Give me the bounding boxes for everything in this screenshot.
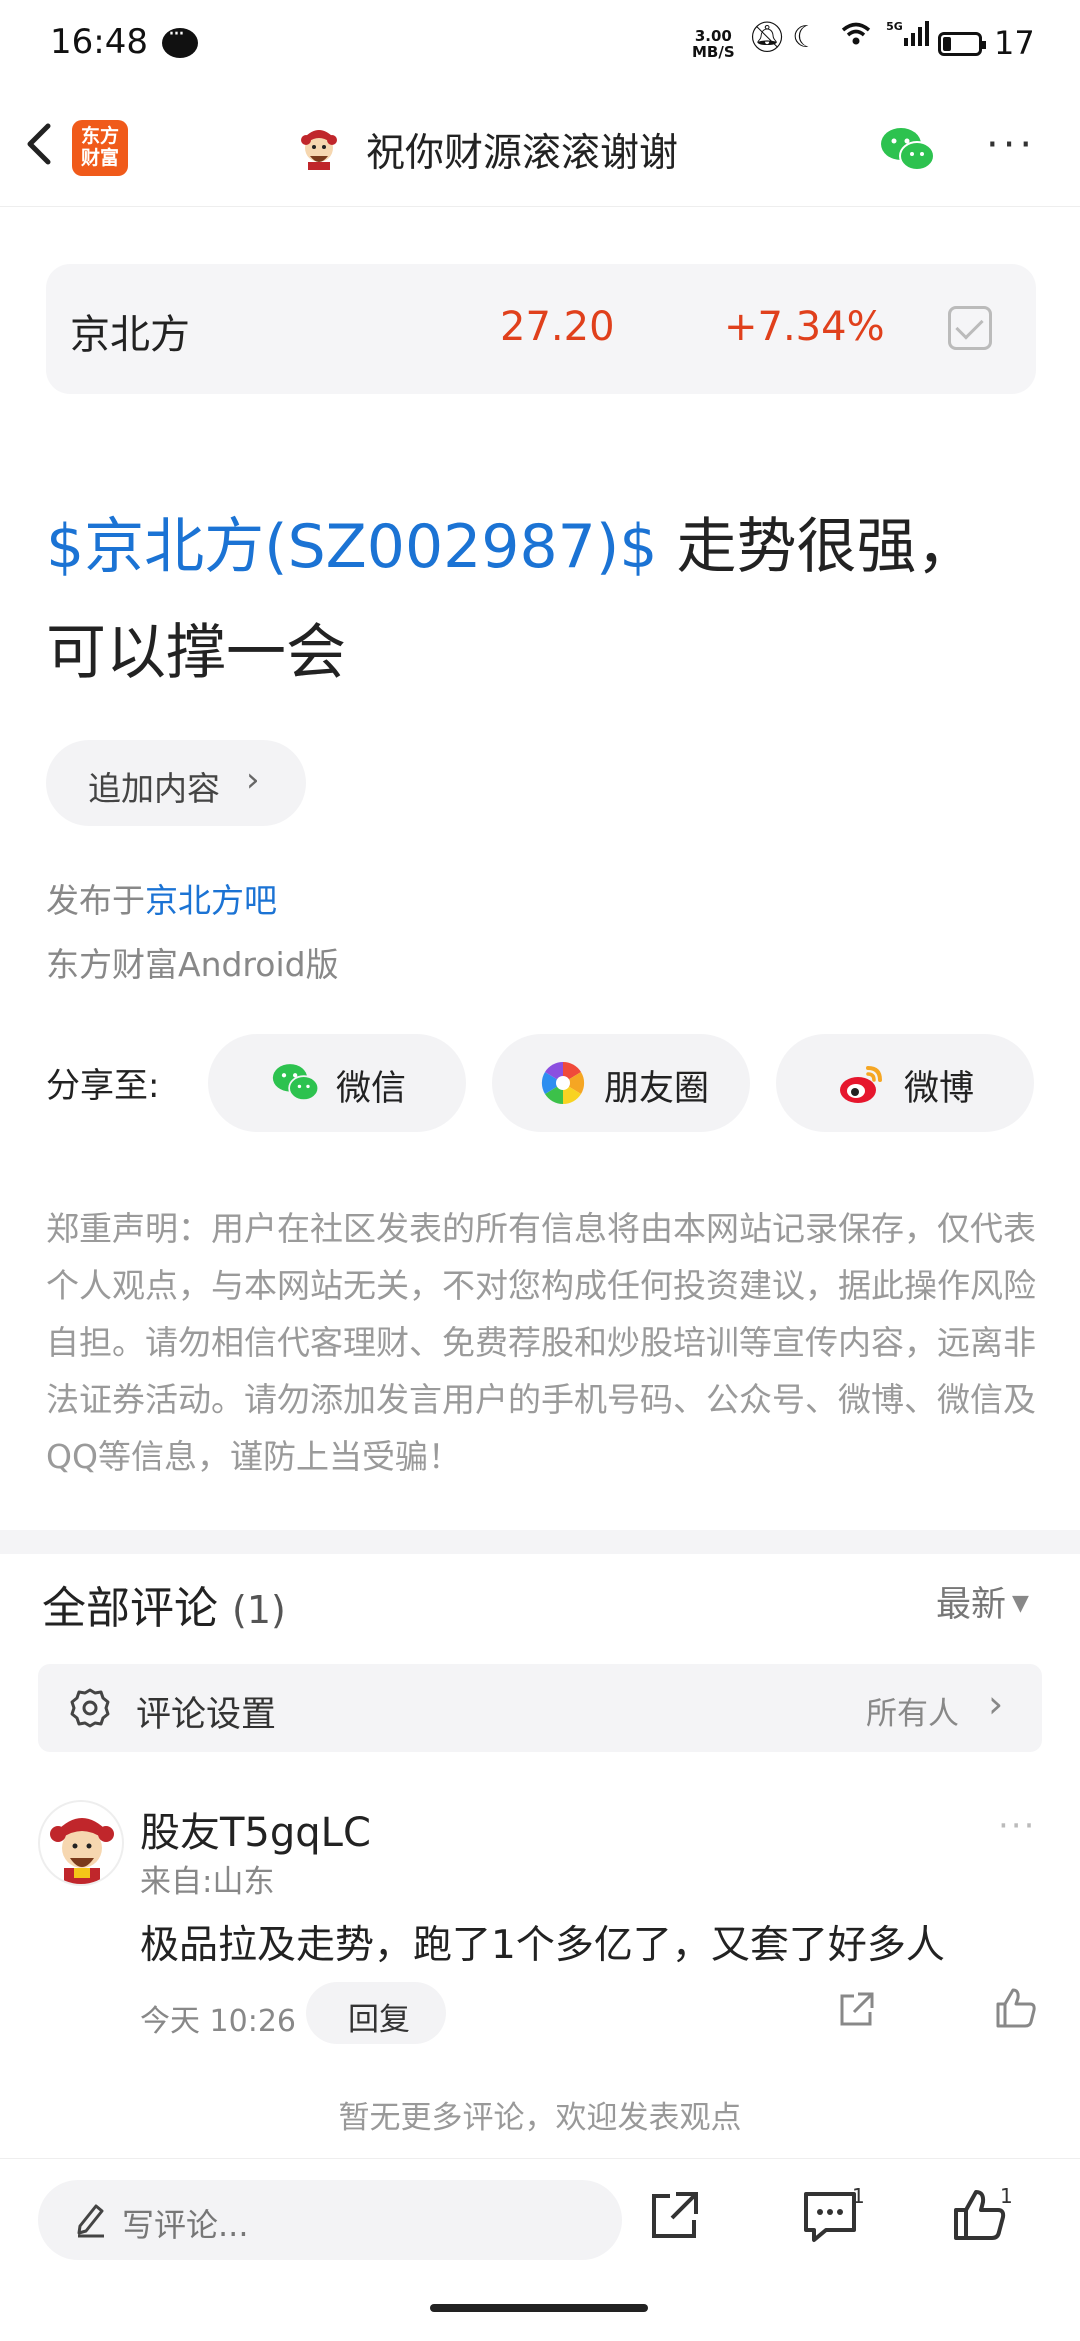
chevron-right-icon: ›: [246, 760, 260, 800]
reply-button[interactable]: 回复: [306, 1982, 446, 2044]
eastmoney-logo[interactable]: 东方 财富: [72, 120, 128, 176]
write-comment-placeholder: 写评论...: [122, 2206, 249, 2244]
top-nav-bar: 东方 财富 祝你财源滚滚谢谢 ···: [0, 92, 1080, 207]
battery-level: 17: [994, 24, 1035, 62]
add-content-button[interactable]: 追加内容 ›: [46, 740, 306, 826]
like-count-badge: 1: [1000, 2184, 1013, 2208]
comment-settings-row[interactable]: 评论设置 所有人 ›: [38, 1664, 1042, 1752]
status-icons: 🔕︎☾ 5G: [748, 20, 929, 55]
share-wechat-label: 微信: [336, 1069, 407, 1109]
share-label: 分享至:: [46, 1066, 160, 1106]
add-watchlist-checkbox-icon[interactable]: [948, 306, 992, 350]
post-content: $京北方(SZ002987)$ 走势很强，可以撑一会: [46, 494, 1036, 706]
comment-settings-value: 所有人: [866, 1696, 959, 1732]
wechat-icon: [272, 1060, 320, 1106]
weibo-icon: [838, 1060, 886, 1106]
comment-count-badge: 1: [852, 2184, 865, 2208]
avatar[interactable]: [38, 1800, 124, 1886]
network-speed: 3.00 MB/S: [692, 28, 735, 60]
home-indicator[interactable]: [430, 2304, 648, 2312]
mute-icon: 🔕︎: [748, 20, 793, 55]
share-moments-label: 朋友圈: [604, 1069, 710, 1109]
stock-price: 27.20: [500, 304, 615, 350]
wifi-icon: [825, 20, 886, 55]
stock-tag-link[interactable]: $京北方(SZ002987)$: [46, 512, 657, 582]
published-in-prefix: 发布于: [46, 881, 145, 920]
author-avatar-icon[interactable]: [296, 124, 342, 170]
comments-count: (1): [232, 1588, 286, 1632]
back-arrow-icon: [27, 123, 51, 165]
more-options-icon[interactable]: ···: [986, 122, 1036, 168]
cellular-signal-icon: 5G: [886, 20, 929, 55]
share-weibo-label: 微博: [904, 1069, 975, 1109]
network-type: 5G: [886, 20, 903, 33]
comment-settings-label: 评论设置: [136, 1695, 277, 1735]
comment-text: 极品拉及走势，跑了1个多亿了，又套了好多人: [140, 1923, 945, 1968]
gear-icon: [68, 1686, 112, 1730]
share-out-icon[interactable]: [836, 1990, 876, 2030]
logo-text-line1: 东方: [80, 125, 119, 147]
reply-label: 回复: [348, 2002, 410, 2038]
chevron-right-icon: ›: [988, 1682, 1004, 1726]
comment-username[interactable]: 股友T5gqLC: [140, 1800, 371, 1858]
message-notification-icon: [162, 22, 198, 58]
moon-icon: ☾: [792, 20, 825, 55]
share-moments-button[interactable]: 朋友圈: [492, 1034, 750, 1132]
comment-more-icon[interactable]: ···: [998, 1806, 1036, 1846]
status-bar: 16:48 3.00 MB/S 🔕︎☾ 5G 17: [0, 0, 1080, 92]
stock-quote-card[interactable]: 京北方 27.20 +7.34%: [46, 264, 1036, 394]
no-more-comments: 暂无更多评论，欢迎发表观点: [338, 2100, 742, 2136]
moments-icon: [540, 1060, 588, 1106]
network-speed-unit: MB/S: [692, 43, 735, 61]
comments-title-label: 全部评论: [42, 1583, 218, 1634]
write-comment-input[interactable]: 写评论...: [38, 2180, 622, 2260]
battery-icon: [938, 32, 986, 56]
back-button[interactable]: [18, 114, 68, 174]
pencil-icon: [74, 2200, 108, 2238]
published-in: 发布于京北方吧: [46, 874, 277, 922]
section-divider: [0, 1530, 1080, 1554]
page-title: 祝你财源滚滚谢谢: [366, 131, 679, 176]
comments-title: 全部评论 (1): [42, 1572, 286, 1636]
client-version: 东方财富Android版: [46, 945, 339, 984]
triangle-down-icon: ▼: [1012, 1591, 1029, 1616]
wechat-share-icon[interactable]: [880, 126, 936, 174]
disclaimer-text: 郑重声明：用户在社区发表的所有信息将由本网站记录保存，仅代表个人观点，与本网站无…: [46, 1209, 1036, 1476]
share-out-icon[interactable]: [646, 2188, 702, 2244]
share-wechat-button[interactable]: 微信: [208, 1034, 466, 1132]
add-content-label: 追加内容: [88, 769, 220, 808]
share-weibo-button[interactable]: 微博: [776, 1034, 1034, 1132]
network-speed-value: 3.00: [694, 27, 732, 45]
status-time: 16:48: [50, 22, 148, 62]
sort-label: 最新: [936, 1585, 1007, 1625]
comment-time: 今天 10:26: [140, 2004, 296, 2039]
comment-icon[interactable]: [800, 2188, 860, 2244]
stock-name: 京北方: [70, 312, 190, 358]
comment-sort-dropdown[interactable]: 最新 ▼: [936, 1576, 1029, 1627]
comment-location: 来自:山东: [140, 1864, 275, 1900]
stock-change-percent: +7.34%: [724, 304, 885, 350]
logo-text-line2: 财富: [80, 147, 119, 169]
forum-link[interactable]: 京北方吧: [145, 881, 277, 920]
thumbs-up-icon[interactable]: [994, 1986, 1038, 2030]
